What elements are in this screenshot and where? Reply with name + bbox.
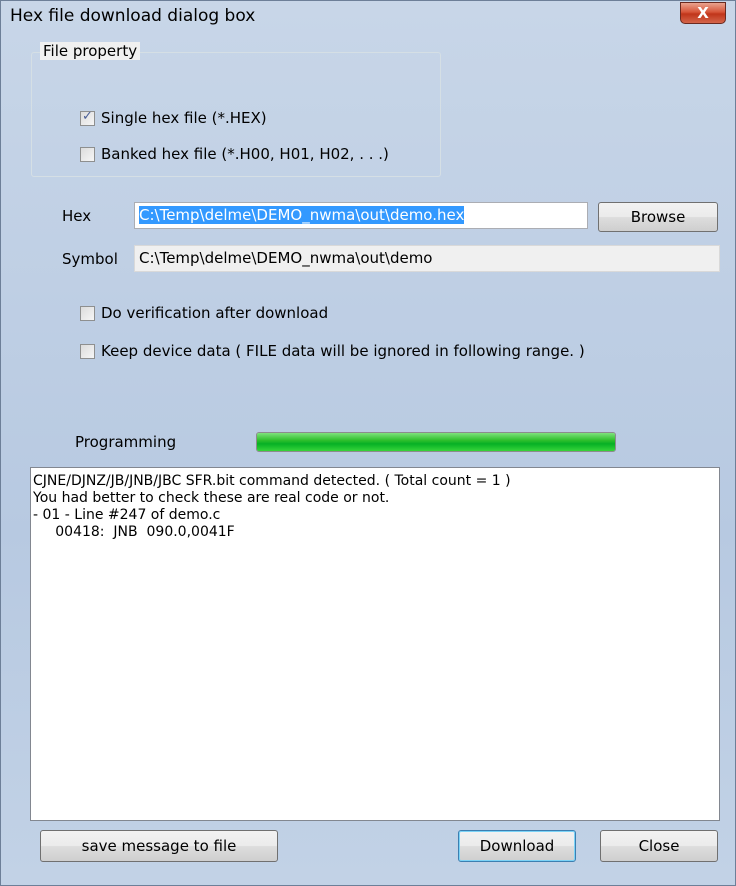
log-line: You had better to check these are real c… — [33, 490, 390, 506]
verify-label: Do verification after download — [101, 304, 329, 322]
log-line: 00418: JNB 090.0,0041F — [33, 524, 235, 540]
checkmark-icon: ✓ — [82, 108, 93, 124]
window-title: Hex file download dialog box — [10, 6, 256, 26]
banked-hex-option[interactable]: Banked hex file (*.H00, H01, H02, . . .) — [80, 145, 389, 163]
verify-checkbox[interactable] — [80, 305, 95, 321]
progress-fill — [257, 433, 615, 451]
verify-option[interactable]: Do verification after download — [80, 304, 328, 322]
keep-device-data-option[interactable]: Keep device data ( FILE data will be ign… — [80, 342, 585, 360]
single-hex-checkbox[interactable]: ✓ — [80, 108, 95, 126]
log-line: - 01 - Line #247 of demo.c — [33, 507, 221, 523]
banked-hex-label: Banked hex file (*.H00, H01, H02, . . .) — [101, 145, 389, 163]
programming-label: Programming — [75, 433, 177, 451]
close-icon: X — [697, 4, 709, 22]
download-button[interactable]: Download — [458, 830, 576, 862]
log-line: CJNE/DJNZ/JB/JNB/JBC SFR.bit command det… — [33, 473, 511, 489]
single-hex-label: Single hex file (*.HEX) — [101, 109, 267, 127]
close-window-button[interactable]: X — [680, 2, 726, 24]
keep-device-data-label: Keep device data ( FILE data will be ign… — [101, 342, 585, 360]
keep-device-data-checkbox[interactable] — [80, 343, 95, 359]
programming-progress-bar — [256, 432, 616, 452]
hex-path-value: C:\Temp\delme\DEMO_nwma\out\demo.hex — [139, 206, 465, 224]
symbol-path-value: C:\Temp\delme\DEMO_nwma\out\demo — [139, 249, 433, 267]
close-button[interactable]: Close — [600, 830, 718, 862]
save-message-button[interactable]: save message to file — [40, 830, 278, 862]
message-log[interactable]: CJNE/DJNZ/JB/JNB/JBC SFR.bit command det… — [30, 467, 720, 821]
hex-path-input[interactable]: C:\Temp\delme\DEMO_nwma\out\demo.hex — [134, 202, 588, 229]
symbol-label: Symbol — [62, 250, 118, 268]
single-hex-option[interactable]: ✓ Single hex file (*.HEX) — [80, 109, 267, 127]
file-property-label: File property — [40, 42, 141, 60]
hex-label: Hex — [62, 207, 92, 225]
browse-button[interactable]: Browse — [598, 202, 718, 232]
banked-hex-checkbox[interactable] — [80, 146, 95, 162]
symbol-path-field: C:\Temp\delme\DEMO_nwma\out\demo — [134, 245, 720, 272]
title-bar[interactable]: Hex file download dialog box X — [1, 1, 735, 32]
